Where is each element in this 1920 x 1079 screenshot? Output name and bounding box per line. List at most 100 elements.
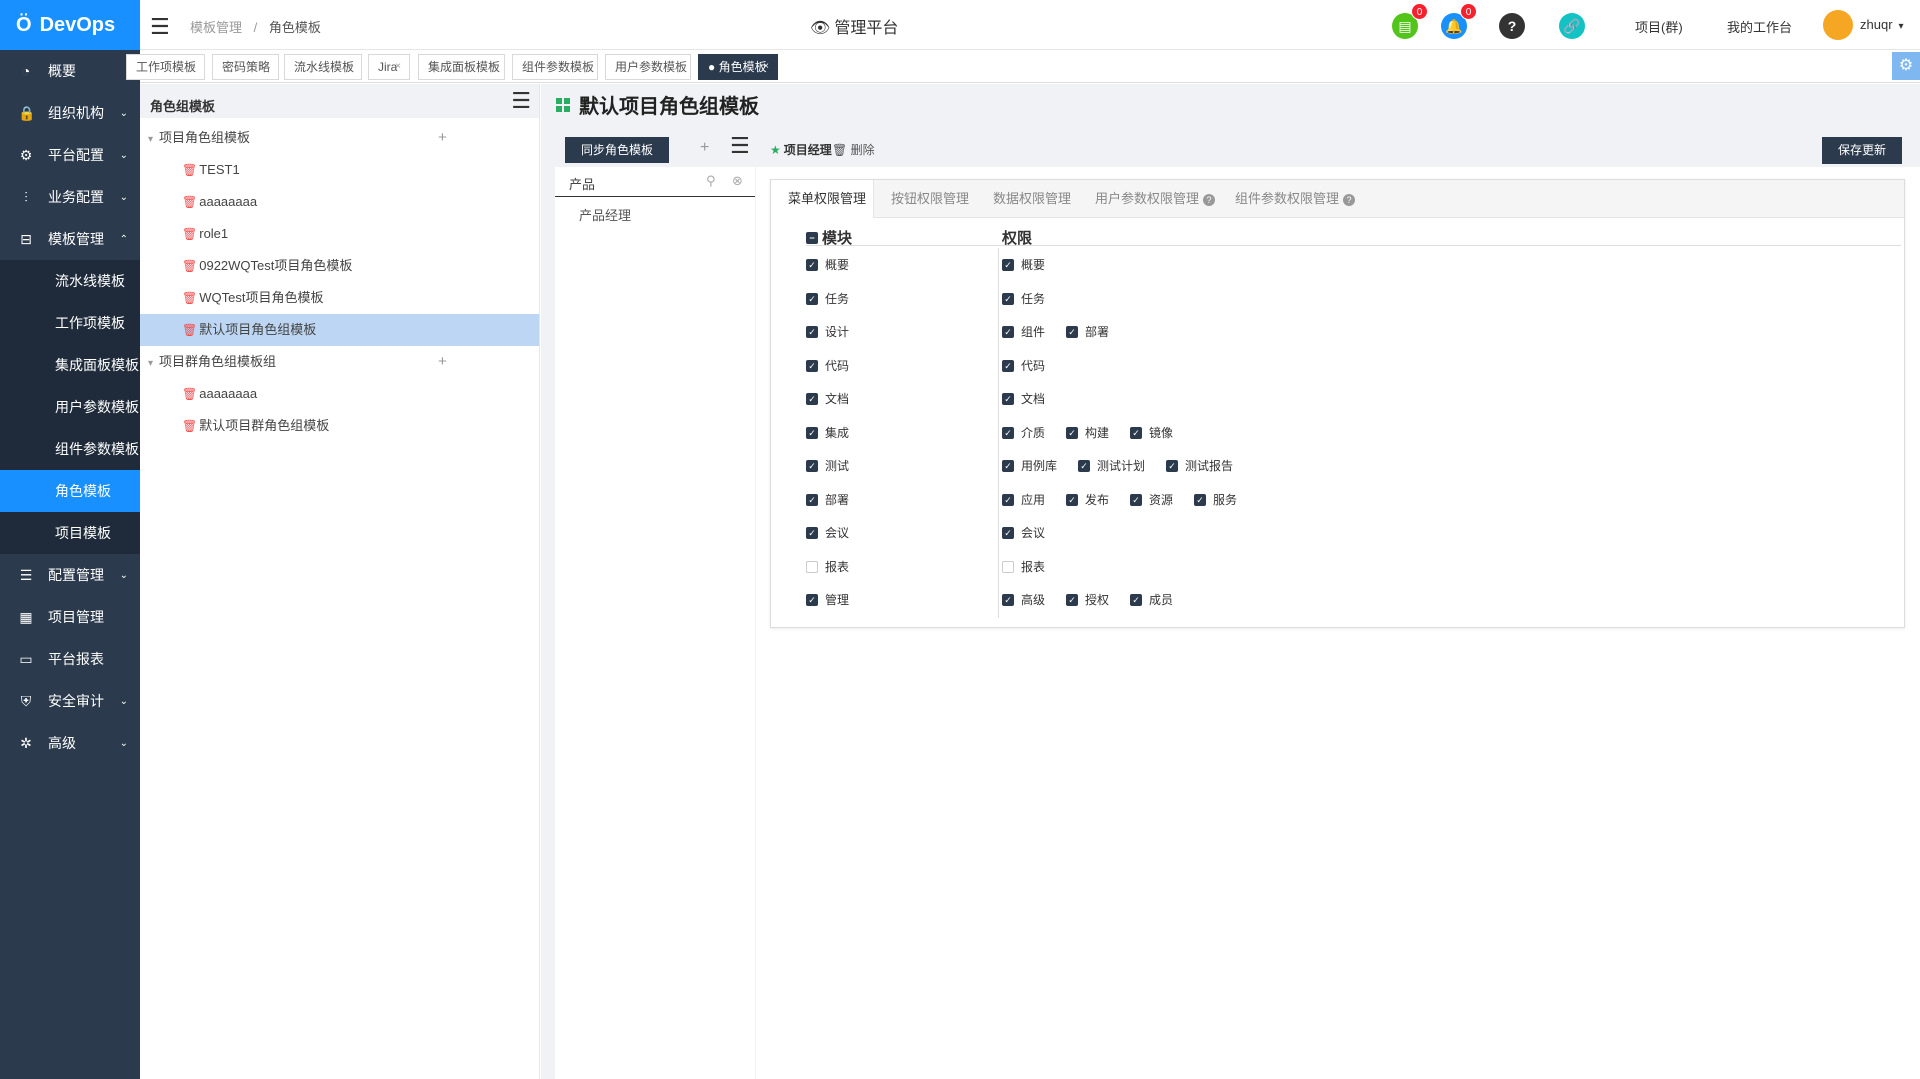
tab-close-icon[interactable]: × xyxy=(763,55,769,79)
permission-item[interactable]: ✓ 发布 xyxy=(1066,491,1109,508)
permission-checkbox[interactable]: ✓ xyxy=(1066,426,1079,439)
permission-checkbox[interactable]: ✓ xyxy=(1002,459,1014,472)
module-checkbox[interactable] xyxy=(806,560,818,573)
delete-icon[interactable]: 🗑 xyxy=(182,195,197,209)
tab-close-icon[interactable]: × xyxy=(490,55,496,79)
tab-close-icon[interactable]: × xyxy=(190,55,196,79)
delete-role-button[interactable]: 🗑 删除 xyxy=(832,141,875,158)
sidebar-item[interactable]: ⛨ 安全审计 ⌄ xyxy=(0,680,140,722)
add-role-icon[interactable]: + xyxy=(700,139,709,157)
delete-icon[interactable]: 🗑 xyxy=(182,259,197,273)
tree-item[interactable]: 🗑 0922WQTest项目角色模板 xyxy=(140,250,539,282)
permission-checkbox[interactable]: ✓ xyxy=(1130,426,1143,439)
caret-down-icon[interactable]: ▾ xyxy=(148,358,153,369)
permission-item[interactable]: ✓ 成员 xyxy=(1130,591,1173,608)
sync-role-template-button[interactable]: 同步角色模板 xyxy=(565,137,669,163)
permission-checkbox[interactable]: ✓ xyxy=(1002,426,1014,439)
link-button[interactable]: 🔗 xyxy=(1559,13,1585,39)
notification-button[interactable]: 🔔 0 xyxy=(1441,3,1477,39)
tab-close-icon[interactable]: × xyxy=(395,55,401,79)
permission-checkbox[interactable]: ✓ xyxy=(1066,325,1079,338)
delete-icon[interactable]: 🗑 xyxy=(182,291,197,305)
permission-item[interactable]: ✓ 应用 xyxy=(1002,491,1045,508)
sidebar-item[interactable]: 角色模板 xyxy=(0,470,140,512)
role-search-input[interactable]: 产品 ⚲ ⊗ xyxy=(555,167,755,197)
sidebar-item[interactable]: ▭ 平台报表 xyxy=(0,638,140,680)
permission-item[interactable]: ✓ 资源 xyxy=(1130,491,1173,508)
tree-group[interactable]: ▾ 项目角色组模板 + xyxy=(140,122,539,154)
permission-checkbox[interactable]: ✓ xyxy=(1130,493,1143,506)
username[interactable]: zhuqr ▾ xyxy=(1860,17,1904,32)
tab-item[interactable]: Jira × xyxy=(368,54,410,80)
permission-item[interactable]: ✓ 用例库 xyxy=(1002,457,1057,474)
tab-close-icon[interactable]: × xyxy=(676,55,682,79)
tab-item[interactable]: 组件参数模板 × xyxy=(512,54,598,80)
module-checkbox[interactable]: ✓ xyxy=(806,426,818,439)
clear-icon[interactable]: ⊗ xyxy=(732,173,743,189)
sidebar-item[interactable]: ⫶ 业务配置 ⌄ xyxy=(0,176,140,218)
permission-checkbox[interactable]: ✓ xyxy=(1078,459,1091,472)
permission-item[interactable]: ✓ 服务 xyxy=(1194,491,1237,508)
logo[interactable]: Ö DevOps xyxy=(0,0,140,50)
permission-tab[interactable]: 按钮权限管理 xyxy=(874,180,976,218)
permission-checkbox[interactable]: ✓ xyxy=(1002,593,1014,606)
tree-item[interactable]: 🗑 默认项目角色组模板 xyxy=(140,314,539,346)
permission-checkbox[interactable]: ✓ xyxy=(1066,593,1079,606)
delete-icon[interactable]: 🗑 xyxy=(182,419,197,433)
permission-item[interactable]: ✓ 文档 xyxy=(1002,390,1045,407)
permission-checkbox[interactable]: ✓ xyxy=(1002,359,1014,372)
sidebar-item[interactable]: 工作项模板 xyxy=(0,302,140,344)
module-checkbox[interactable]: ✓ xyxy=(806,392,818,405)
tab-item[interactable]: 集成面板模板 × xyxy=(418,54,505,80)
sidebar-item[interactable]: ✲ 高级 ⌄ xyxy=(0,722,140,764)
breadcrumb-parent[interactable]: 模板管理 xyxy=(190,20,242,35)
delete-icon[interactable]: 🗑 xyxy=(182,323,197,337)
task-button[interactable]: ▤ 0 xyxy=(1392,3,1428,39)
sidebar-item[interactable]: ☰ 配置管理 ⌄ xyxy=(0,554,140,596)
permission-item[interactable]: ✓ 会议 xyxy=(1002,524,1045,541)
module-select-all-checkbox[interactable]: − xyxy=(806,231,818,244)
sidebar-item[interactable]: ⊟ 模板管理 ⌃ xyxy=(0,218,140,260)
sidebar-item[interactable]: 流水线模板 xyxy=(0,260,140,302)
sidebar-item[interactable]: 组件参数模板 xyxy=(0,428,140,470)
permission-item[interactable]: ✓ 介质 xyxy=(1002,424,1045,441)
permission-checkbox[interactable] xyxy=(1002,560,1014,573)
save-update-button[interactable]: 保存更新 xyxy=(1822,137,1902,164)
module-checkbox[interactable]: ✓ xyxy=(806,359,818,372)
delete-icon[interactable]: 🗑 xyxy=(182,227,197,241)
tree-item[interactable]: 🗑 TEST1 xyxy=(140,154,539,186)
permission-item[interactable]: 报表 xyxy=(1002,558,1045,575)
sidebar-item[interactable]: ▦ 项目管理 xyxy=(0,596,140,638)
tab-close-icon[interactable]: × xyxy=(264,55,270,79)
help-icon[interactable]: ? xyxy=(1203,193,1216,206)
role-menu-icon[interactable]: ☰ xyxy=(730,133,750,159)
tree-item[interactable]: 🗑 aaaaaaaa xyxy=(140,186,539,218)
permission-item[interactable]: ✓ 部署 xyxy=(1066,323,1109,340)
tab-item[interactable]: 流水线模板 × xyxy=(284,54,362,80)
my-workspace-link[interactable]: 我的工作台 xyxy=(1727,17,1792,36)
tree-item[interactable]: 🗑 默认项目群角色组模板 xyxy=(140,410,539,442)
permission-checkbox[interactable]: ✓ xyxy=(1002,325,1014,338)
tab-item[interactable]: 密码策略 × xyxy=(212,54,279,80)
permission-checkbox[interactable]: ✓ xyxy=(1002,292,1014,305)
help-icon[interactable]: ? xyxy=(1343,193,1356,206)
tab-close-icon[interactable]: × xyxy=(347,55,353,79)
permission-item[interactable]: ✓ 构建 xyxy=(1066,424,1109,441)
module-checkbox[interactable]: ✓ xyxy=(806,493,818,506)
sidebar-item[interactable]: 用户参数模板 xyxy=(0,386,140,428)
permission-checkbox[interactable]: ✓ xyxy=(1166,459,1179,472)
project-group-link[interactable]: 项目(群) xyxy=(1635,17,1683,36)
permission-item[interactable]: ✓ 组件 xyxy=(1002,323,1045,340)
sidebar-item[interactable]: 项目模板 xyxy=(0,512,140,554)
permission-item[interactable]: ✓ 代码 xyxy=(1002,357,1045,374)
tab-close-icon[interactable]: × xyxy=(583,55,589,79)
tree-item[interactable]: 🗑 role1 xyxy=(140,218,539,250)
permission-item[interactable]: ✓ 高级 xyxy=(1002,591,1045,608)
role-item[interactable]: 产品经理 xyxy=(555,197,755,232)
module-checkbox[interactable]: ✓ xyxy=(806,292,818,305)
permission-item[interactable]: ✓ 测试计划 xyxy=(1078,457,1145,474)
delete-icon[interactable]: 🗑 xyxy=(182,163,197,177)
permission-tab[interactable]: 组件参数权限管理? xyxy=(1218,180,1368,218)
add-icon[interactable]: + xyxy=(438,122,447,154)
module-checkbox[interactable]: ✓ xyxy=(806,593,818,606)
